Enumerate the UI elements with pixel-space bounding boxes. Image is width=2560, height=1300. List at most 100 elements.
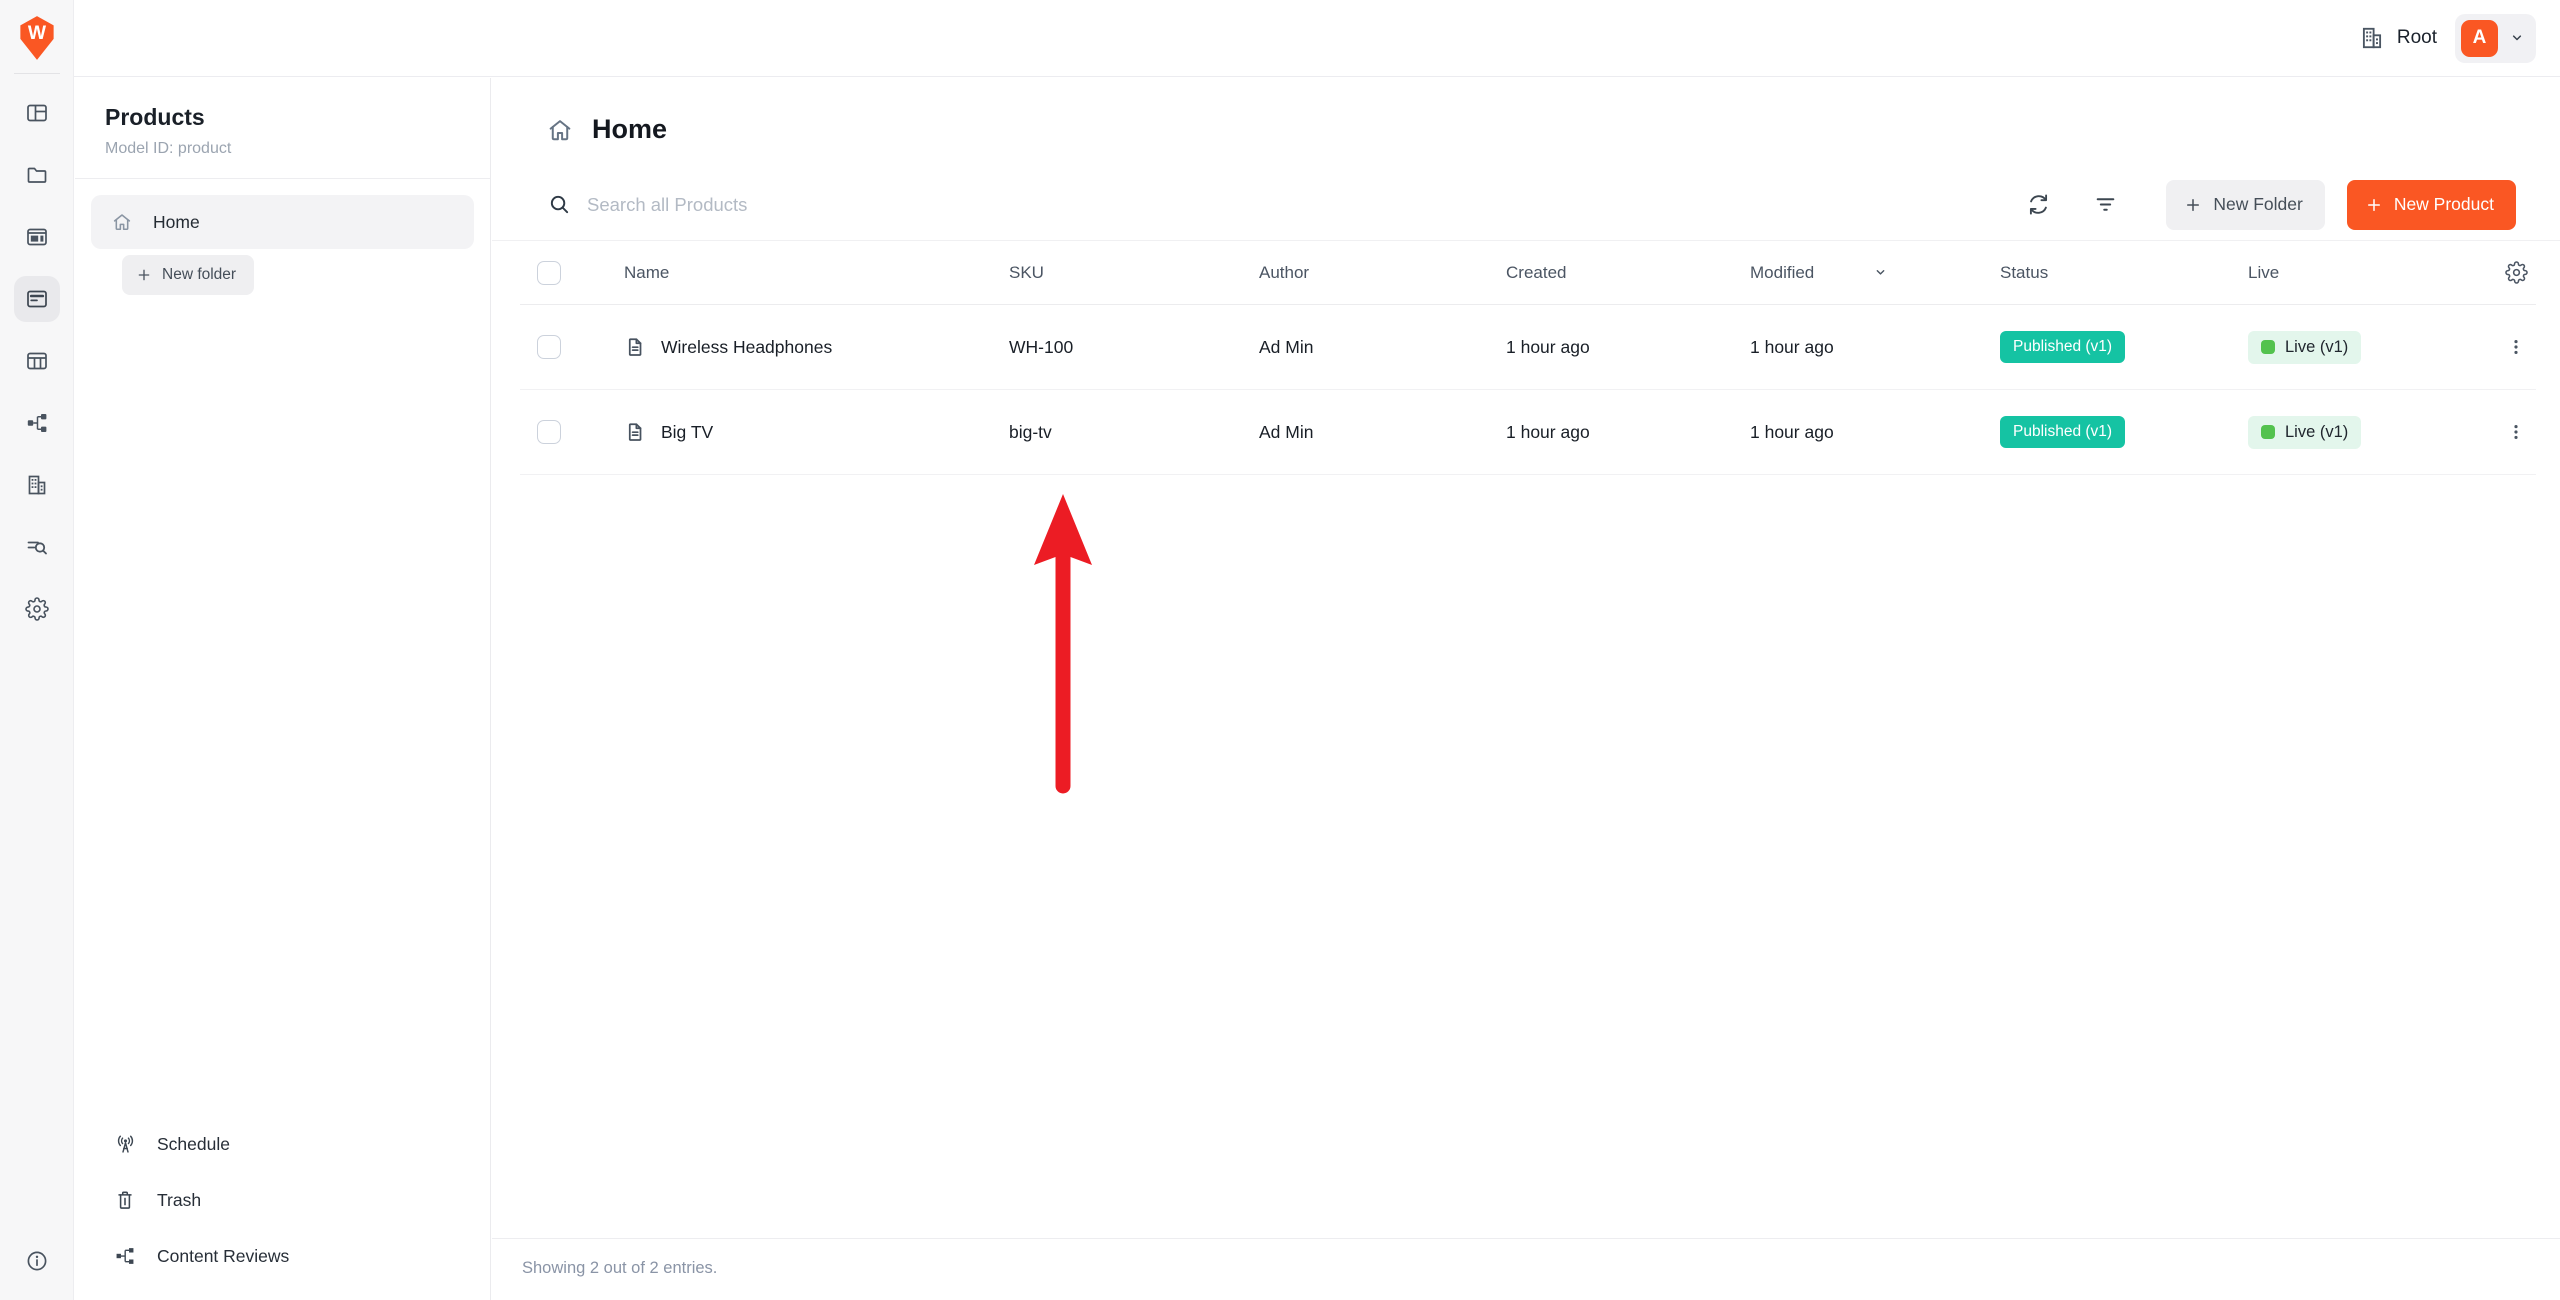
toolbar: New Folder New Product: [492, 169, 2560, 241]
column-header-author: Author: [1259, 263, 1506, 283]
row-checkbox[interactable]: [537, 420, 561, 444]
topbar: Root A: [74, 0, 2560, 77]
folder-icon: [25, 163, 49, 187]
sidebar-item-home[interactable]: Home: [91, 195, 474, 249]
cell-author: Ad Min: [1259, 422, 1506, 443]
column-header-created: Created: [1506, 263, 1750, 283]
sidebar-item-trash[interactable]: Trash: [113, 1172, 490, 1228]
rail-item-tables[interactable]: [14, 338, 60, 384]
cell-sku: big-tv: [1009, 422, 1259, 443]
tenant-name: Root: [2397, 27, 2437, 49]
plus-icon: [136, 267, 152, 283]
plus-icon: [2184, 196, 2202, 214]
rail-item-headless-cms[interactable]: [14, 276, 60, 322]
new-product-button[interactable]: New Product: [2347, 180, 2516, 230]
table-footer: Showing 2 out of 2 entries.: [492, 1238, 2560, 1300]
sidebar: Products Model ID: product Home New fold…: [75, 78, 491, 1300]
sidebar-item-schedule[interactable]: Schedule: [113, 1116, 490, 1172]
trash-label: Trash: [157, 1190, 201, 1211]
avatar: A: [2461, 20, 2498, 57]
building-icon: [2359, 25, 2385, 51]
rail-item-tenants[interactable]: [14, 462, 60, 508]
kebab-icon: [2506, 422, 2526, 442]
row-menu-button[interactable]: [2500, 416, 2532, 448]
products-table: Name SKU Author Created Modified Status …: [492, 241, 2560, 475]
sidebar-model-id: Model ID: product: [105, 140, 460, 158]
rail-divider: [14, 73, 60, 74]
svg-text:W: W: [27, 23, 46, 44]
building-icon: [25, 473, 49, 497]
new-folder-button[interactable]: New Folder: [2166, 180, 2324, 230]
row-checkbox[interactable]: [537, 335, 561, 359]
new-folder-button-label: New Folder: [2213, 194, 2302, 215]
schedule-label: Schedule: [157, 1134, 230, 1155]
sidebar-title: Products: [105, 104, 460, 131]
new-folder-label: New folder: [162, 266, 236, 284]
sidebar-new-folder-button[interactable]: New folder: [122, 255, 254, 295]
table-header-row: Name SKU Author Created Modified Status …: [520, 241, 2536, 305]
rail-item-settings[interactable]: [14, 586, 60, 632]
main-content: Home: [492, 78, 2560, 1300]
chevron-down-icon: [2508, 29, 2526, 47]
sort-chevron-down-icon[interactable]: [1872, 264, 1889, 281]
rail-item-audit-logs[interactable]: [14, 524, 60, 570]
home-icon: [111, 211, 133, 233]
status-badge: Published (v1): [2000, 331, 2125, 363]
icon-rail: W: [0, 0, 74, 1300]
tenant-label: Root: [2359, 25, 2437, 51]
live-dot: [2261, 340, 2275, 354]
rail-item-info[interactable]: [14, 1238, 60, 1284]
kebab-icon: [2506, 337, 2526, 357]
column-header-sku: SKU: [1009, 263, 1259, 283]
rail-item-files[interactable]: [14, 152, 60, 198]
refresh-icon: [2026, 192, 2051, 217]
document-icon: [624, 336, 646, 358]
webiny-logo[interactable]: W: [15, 14, 59, 62]
live-badge: Live (v1): [2248, 331, 2361, 364]
row-menu-button[interactable]: [2500, 331, 2532, 363]
sidebar-header: Products Model ID: product: [75, 78, 490, 178]
entries-count: Showing 2 out of 2 entries.: [522, 1259, 717, 1277]
content-reviews-label: Content Reviews: [157, 1246, 289, 1267]
filter-icon: [2093, 192, 2118, 217]
select-all-checkbox[interactable]: [537, 261, 561, 285]
broadcast-icon: [113, 1133, 137, 1156]
rail-item-api[interactable]: [14, 400, 60, 446]
column-header-status: Status: [2000, 263, 2248, 283]
cell-name: Wireless Headphones: [661, 337, 832, 358]
graph-icon: [25, 411, 49, 435]
workflow-icon: [113, 1245, 137, 1267]
app-root: Root A W: [0, 0, 2560, 1300]
new-product-button-label: New Product: [2394, 194, 2494, 215]
table-row[interactable]: Wireless Headphones WH-100 Ad Min 1 hour…: [520, 305, 2536, 390]
column-header-name: Name: [624, 263, 1009, 283]
refresh-button[interactable]: [2018, 184, 2059, 225]
form-icon: [25, 287, 49, 311]
info-icon: [25, 1249, 49, 1273]
rail-item-page-builder[interactable]: [14, 214, 60, 260]
status-badge: Published (v1): [2000, 416, 2125, 448]
layout-icon: [25, 101, 49, 125]
sidebar-footer: Schedule Trash: [75, 1116, 490, 1300]
document-icon: [624, 421, 646, 443]
live-dot: [2261, 425, 2275, 439]
filter-button[interactable]: [2085, 184, 2126, 225]
live-badge: Live (v1): [2248, 416, 2361, 449]
search-input[interactable]: [587, 194, 2018, 216]
cell-modified: 1 hour ago: [1750, 337, 2000, 358]
cell-modified: 1 hour ago: [1750, 422, 2000, 443]
column-settings-button[interactable]: [2496, 261, 2536, 284]
table-row[interactable]: Big TV big-tv Ad Min 1 hour ago 1 hour a…: [520, 390, 2536, 475]
rail-item-dashboard[interactable]: [14, 90, 60, 136]
table-icon: [25, 349, 49, 373]
cell-created: 1 hour ago: [1506, 337, 1750, 358]
cell-author: Ad Min: [1259, 337, 1506, 358]
trash-icon: [113, 1189, 137, 1211]
cell-name: Big TV: [661, 422, 713, 443]
account-menu[interactable]: A: [2455, 14, 2536, 63]
cell-created: 1 hour ago: [1506, 422, 1750, 443]
sidebar-item-label: Home: [153, 212, 200, 233]
page-title: Home: [592, 114, 667, 145]
gear-icon: [2505, 261, 2528, 284]
sidebar-item-content-reviews[interactable]: Content Reviews: [113, 1228, 490, 1284]
